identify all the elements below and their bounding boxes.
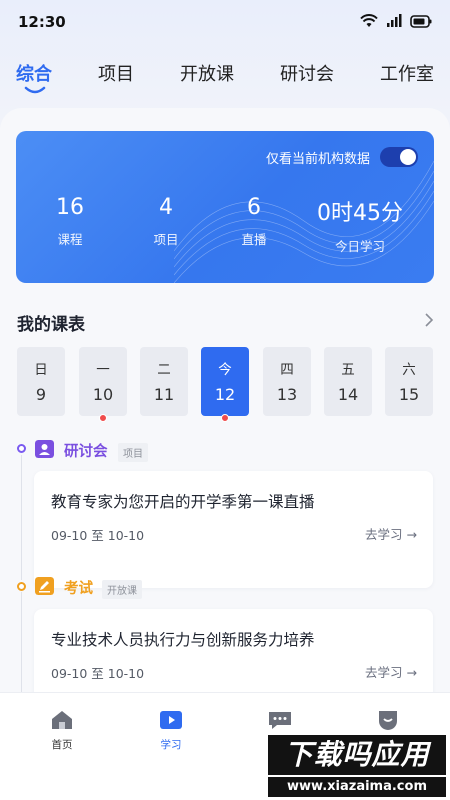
institution-filter-toggle[interactable] <box>380 147 418 167</box>
event-dot <box>99 414 107 422</box>
stat-label: 项目 <box>153 232 179 247</box>
home-icon <box>52 711 72 729</box>
day-weekday: 一 <box>96 362 110 378</box>
day-date: 12 <box>214 385 236 404</box>
toggle-knob <box>400 149 416 165</box>
nav-profile[interactable] <box>358 709 418 731</box>
timeline-line <box>21 455 22 580</box>
top-tabs: 综合 项目 开放课 研讨会 工作室 <box>0 56 450 96</box>
play-icon <box>160 711 182 729</box>
nav-label: 学习 <box>160 739 182 751</box>
day-weekday: 五 <box>341 362 355 378</box>
stat-courses[interactable]: 16 课程 <box>52 195 88 248</box>
day-chip[interactable]: 六 15 <box>385 347 433 416</box>
entry-type-label: 考试 <box>64 581 93 597</box>
schedule-title: 我的课表 <box>17 315 85 335</box>
profile-icon <box>379 711 397 730</box>
nav-messages[interactable] <box>250 709 310 731</box>
timeline-dot <box>17 582 26 591</box>
stat-today-study[interactable]: 0时45分 今日学习 <box>310 195 410 255</box>
event-dot <box>221 414 229 422</box>
course-title: 专业技术人员执行力与创新服务力培养 <box>51 631 315 649</box>
tab-seminar[interactable]: 研讨会 <box>280 60 334 86</box>
status-icons <box>360 14 432 28</box>
go-study-link[interactable]: 去学习 → <box>365 524 417 543</box>
day-date: 14 <box>337 385 359 404</box>
stat-value: 6 <box>247 195 261 220</box>
chat-icon <box>269 712 291 729</box>
nav-study[interactable]: 学习 <box>141 709 201 752</box>
stat-value: 4 <box>159 195 173 220</box>
status-time: 12:30 <box>18 13 66 31</box>
day-weekday: 二 <box>157 362 171 378</box>
day-weekday: 今 <box>218 362 232 378</box>
day-date: 9 <box>35 385 47 404</box>
entry-tag: 开放课 <box>102 580 142 599</box>
tab-studio[interactable]: 工作室 <box>380 60 434 86</box>
course-date-range: 09-10 至 10-10 <box>51 666 145 681</box>
stat-projects[interactable]: 4 项目 <box>148 195 184 248</box>
chevron-right-icon[interactable] <box>424 312 434 328</box>
edit-icon <box>35 577 54 595</box>
day-weekday: 四 <box>280 362 294 378</box>
tab-comprehensive[interactable]: 综合 <box>16 60 52 86</box>
course-card[interactable]: 教育专家为您开启的开学季第一课直播 09-10 至 10-10 去学习 → <box>34 471 433 588</box>
entry-type-label: 研讨会 <box>64 444 108 460</box>
day-chip[interactable]: 二 11 <box>140 347 188 416</box>
active-tab-indicator <box>24 86 46 94</box>
stat-label: 今日学习 <box>334 239 385 254</box>
day-chip-today[interactable]: 今 12 <box>201 347 249 422</box>
day-chip[interactable]: 日 9 <box>17 347 65 416</box>
day-date: 11 <box>153 385 175 404</box>
watermark-logo: 下载吗应用 www.xiazaima.com <box>268 735 446 797</box>
stats-card: 仅看当前机构数据 16 课程 4 项目 6 直播 0时45分 今日学习 <box>16 131 434 283</box>
day-chip[interactable]: 五 14 <box>324 347 372 416</box>
stat-value: 16 <box>56 195 84 220</box>
tab-open-course[interactable]: 开放课 <box>180 60 234 86</box>
timeline-dot <box>17 444 26 453</box>
stat-live[interactable]: 6 直播 <box>236 195 272 248</box>
day-date: 13 <box>276 385 298 404</box>
day-chip[interactable]: 四 13 <box>263 347 311 416</box>
stat-label: 课程 <box>57 232 83 247</box>
day-weekday: 日 <box>34 362 48 378</box>
day-weekday: 六 <box>402 362 416 378</box>
battery-icon <box>410 14 432 28</box>
day-date: 15 <box>398 385 420 404</box>
watermark-main-text: 下载吗应用 <box>268 735 446 775</box>
filter-label: 仅看当前机构数据 <box>265 152 370 167</box>
status-bar: 12:30 <box>0 0 450 44</box>
wifi-icon <box>360 14 378 27</box>
course-title: 教育专家为您开启的开学季第一课直播 <box>51 493 315 511</box>
person-card-icon <box>35 440 54 458</box>
nav-label: 首页 <box>51 739 73 751</box>
day-date: 10 <box>92 385 114 404</box>
day-chip[interactable]: 一 10 <box>79 347 127 422</box>
entry-tag: 项目 <box>118 443 148 462</box>
go-study-link[interactable]: 去学习 → <box>365 662 417 681</box>
signal-icon <box>387 14 402 27</box>
tab-project[interactable]: 项目 <box>98 60 134 86</box>
course-date-range: 09-10 至 10-10 <box>51 528 145 543</box>
nav-home[interactable]: 首页 <box>32 709 92 752</box>
stat-label: 直播 <box>241 232 267 247</box>
timeline-line <box>21 592 22 692</box>
stat-value: 0时45分 <box>317 201 403 226</box>
watermark-url: www.xiazaima.com <box>268 777 446 797</box>
